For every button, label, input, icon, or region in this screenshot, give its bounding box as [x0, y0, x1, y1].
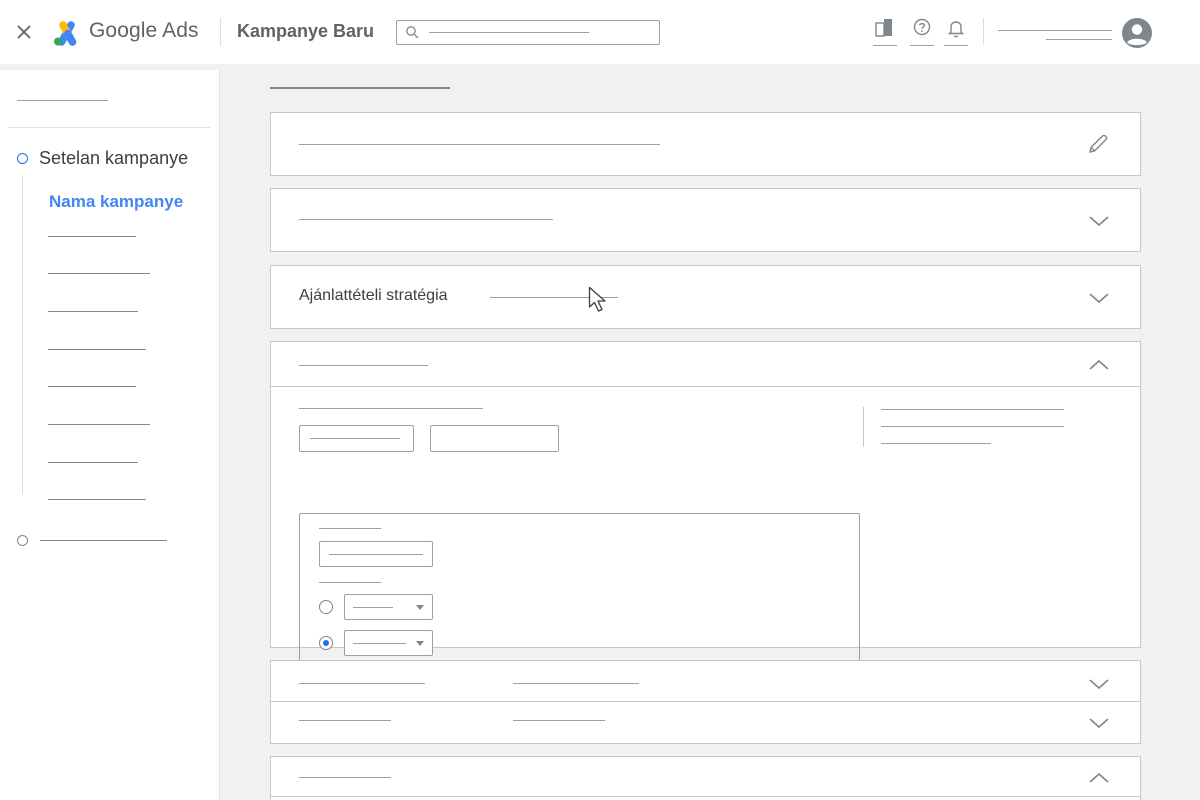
chevron-down-icon[interactable]	[1088, 291, 1110, 305]
toolbar-divider	[983, 18, 984, 45]
header-divider	[220, 18, 221, 46]
text-field[interactable]	[299, 425, 414, 452]
account-id-line	[1046, 39, 1112, 40]
account-avatar-icon[interactable]	[1122, 18, 1152, 48]
options-panel	[299, 513, 860, 673]
substep-item[interactable]	[48, 462, 138, 463]
chevron-up-icon[interactable]	[1088, 771, 1110, 785]
substep-item[interactable]	[48, 386, 136, 387]
help-icon	[913, 18, 931, 36]
notifications-icon	[947, 21, 965, 38]
collapsed-row[interactable]	[271, 702, 1140, 743]
step-indicator-active	[17, 153, 28, 164]
card-title-line	[299, 777, 391, 778]
radio-button-option-1[interactable]	[319, 600, 333, 614]
substep-campaign-name[interactable]: Nama kampanye	[49, 192, 183, 212]
substep-item[interactable]	[48, 349, 146, 350]
dropdown-arrow-icon	[416, 641, 424, 646]
campaign-name-card	[270, 112, 1141, 176]
card-title-line	[299, 365, 428, 366]
reports-button[interactable]	[873, 18, 897, 46]
card-title-line	[299, 144, 660, 145]
option-label-line	[319, 528, 381, 529]
help-text-line	[881, 426, 1064, 427]
chevron-down-icon[interactable]	[1088, 214, 1110, 228]
sidebar-divider	[8, 127, 210, 128]
substep-item[interactable]	[48, 424, 150, 425]
google-ads-logo	[54, 21, 77, 46]
dropdown-select[interactable]	[344, 630, 433, 656]
bidding-strategy-label: Ajánlattételi stratégia	[299, 287, 448, 304]
bidding-value-line	[490, 297, 618, 298]
reports-icon	[875, 19, 892, 37]
card-header-divider	[271, 796, 1140, 797]
notifications-button[interactable]	[944, 18, 968, 46]
substep-item[interactable]	[48, 273, 150, 274]
close-icon[interactable]	[12, 20, 36, 44]
step-item-next[interactable]	[40, 540, 167, 541]
search-input[interactable]	[396, 20, 660, 45]
text-field[interactable]	[319, 541, 433, 567]
help-text-line	[881, 443, 991, 444]
collapsed-row[interactable]	[271, 661, 1140, 701]
collapsed-section-card[interactable]	[270, 188, 1141, 252]
account-name-line	[998, 30, 1112, 31]
expanded-section-card	[270, 756, 1141, 800]
chevron-down-icon[interactable]	[1088, 677, 1110, 691]
field-label-line	[299, 408, 483, 409]
dropdown-arrow-icon	[416, 605, 424, 610]
dropdown-select[interactable]	[344, 594, 433, 620]
brand-name: Google Ads	[89, 19, 199, 42]
substep-item[interactable]	[48, 499, 146, 500]
substep-item[interactable]	[48, 236, 136, 237]
help-text-line	[881, 409, 1064, 410]
bidding-strategy-card[interactable]: Ajánlattételi stratégia	[270, 265, 1141, 329]
substep-item[interactable]	[48, 311, 138, 312]
chevron-up-icon[interactable]	[1088, 358, 1110, 372]
step-indicator-inactive	[17, 535, 28, 546]
top-app-bar: Google Ads Kampanye Baru	[0, 0, 1200, 64]
search-icon	[406, 26, 419, 39]
card-title-line	[299, 219, 553, 220]
chevron-down-icon[interactable]	[1088, 716, 1110, 730]
section-title-line	[270, 87, 450, 89]
sidebar-header-line	[17, 100, 108, 101]
edit-pencil-icon[interactable]	[1086, 132, 1110, 156]
step-connector-line	[22, 176, 23, 494]
radio-button-option-2-selected[interactable]	[319, 636, 333, 650]
option-label-line	[319, 582, 381, 583]
search-placeholder-line	[429, 32, 589, 33]
collapsed-group-card	[270, 660, 1141, 744]
step-navigation-sidebar: Setelan kampanye Nama kampanye	[0, 70, 220, 800]
step-campaign-settings[interactable]: Setelan kampanye	[39, 148, 188, 169]
page-title: Kampanye Baru	[237, 21, 375, 41]
help-panel-divider	[863, 407, 864, 447]
expanded-section-body	[271, 387, 1140, 673]
help-button[interactable]	[910, 18, 934, 46]
expanded-section-card	[270, 341, 1141, 673]
text-field[interactable]	[430, 425, 559, 452]
